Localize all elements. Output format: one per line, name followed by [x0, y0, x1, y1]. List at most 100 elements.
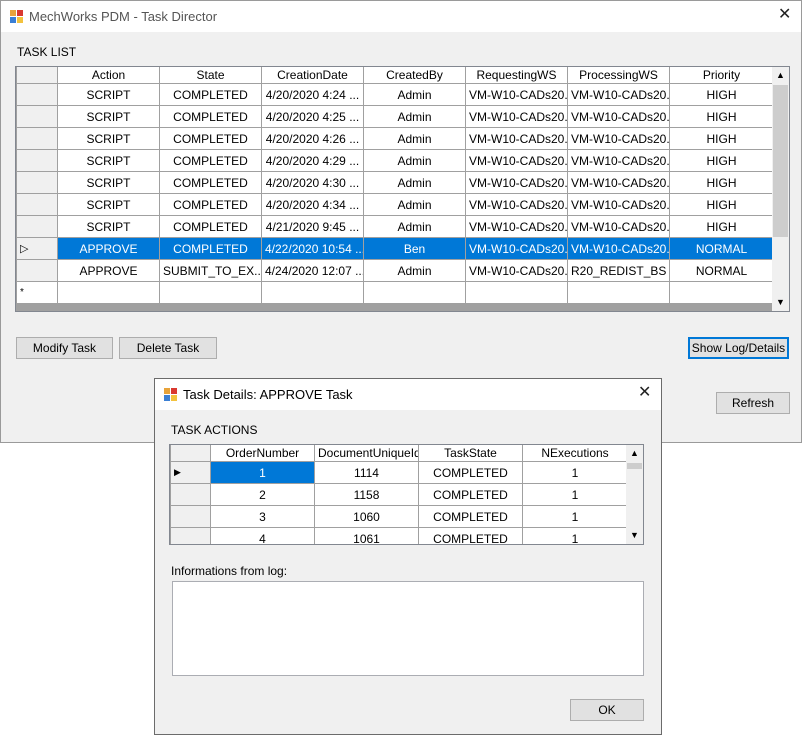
table-cell[interactable]: VM-W10-CADs20...: [567, 105, 670, 128]
table-cell[interactable]: COMPLETED: [159, 237, 262, 260]
task-actions-grid[interactable]: OrderNumber DocumentUniqueId TaskState NExe…: [169, 444, 644, 545]
row-header[interactable]: [170, 483, 211, 506]
modify-task-button[interactable]: Modify Task: [16, 337, 113, 359]
table-cell[interactable]: VM-W10-CADs20...: [465, 127, 568, 150]
table-cell[interactable]: COMPLETED: [418, 461, 523, 484]
table-cell[interactable]: COMPLETED: [159, 127, 262, 150]
table-cell[interactable]: VM-W10-CADs20...: [567, 171, 670, 194]
refresh-button[interactable]: Refresh: [716, 392, 790, 414]
table-cell[interactable]: [261, 281, 364, 304]
column-header[interactable]: OrderNumber: [210, 445, 315, 462]
table-cell[interactable]: 1060: [314, 505, 419, 528]
column-header[interactable]: ProcessingWS: [567, 67, 670, 84]
show-log-details-button[interactable]: Show Log/Details: [688, 337, 789, 359]
table-row[interactable]: SCRIPT COMPLETED 4/20/2020 4:30 ... Admin VM…: [16, 171, 774, 194]
column-header[interactable]: DocumentUniqueId: [314, 445, 419, 462]
table-cell[interactable]: 4/20/2020 4:25 ...: [261, 105, 364, 128]
table-cell[interactable]: COMPLETED: [418, 505, 523, 528]
table-cell[interactable]: COMPLETED: [159, 193, 262, 216]
table-cell[interactable]: 4/21/2020 9:45 ...: [261, 215, 364, 238]
table-cell[interactable]: 4/24/2020 12:07 ...: [261, 259, 364, 282]
table-cell[interactable]: Admin: [363, 105, 466, 128]
table-cell[interactable]: Admin: [363, 149, 466, 172]
table-cell[interactable]: Admin: [363, 259, 466, 282]
column-header[interactable]: CreationDate: [261, 67, 364, 84]
scroll-thumb[interactable]: [773, 85, 788, 237]
row-header[interactable]: ▶: [170, 461, 211, 484]
row-header[interactable]: [170, 505, 211, 528]
table-cell[interactable]: SCRIPT: [57, 127, 160, 150]
table-row[interactable]: SCRIPT COMPLETED 4/20/2020 4:24 ... Admin VM…: [16, 83, 774, 106]
column-header[interactable]: RequestingWS: [465, 67, 568, 84]
table-cell[interactable]: VM-W10-CADs20...: [465, 171, 568, 194]
table-cell[interactable]: VM-W10-CADs20...: [567, 237, 670, 260]
row-header[interactable]: [16, 215, 58, 238]
table-row[interactable]: SCRIPT COMPLETED 4/20/2020 4:29 ... Admin VM…: [16, 149, 774, 172]
table-cell[interactable]: VM-W10-CADs20...: [567, 215, 670, 238]
table-cell[interactable]: R20_REDIST_BS: [567, 259, 670, 282]
table-row[interactable]: SCRIPT COMPLETED 4/21/2020 9:45 ... Admin VM…: [16, 215, 774, 238]
table-cell[interactable]: Admin: [363, 193, 466, 216]
table-cell[interactable]: SCRIPT: [57, 149, 160, 172]
table-cell[interactable]: 1: [522, 505, 628, 528]
ok-button[interactable]: OK: [570, 699, 644, 721]
scroll-down-icon[interactable]: ▼: [626, 527, 643, 544]
table-cell[interactable]: SCRIPT: [57, 105, 160, 128]
table-row[interactable]: 3 1060 COMPLETED 1: [170, 505, 628, 528]
table-cell[interactable]: COMPLETED: [159, 171, 262, 194]
table-cell[interactable]: 1: [522, 461, 628, 484]
table-cell[interactable]: SCRIPT: [57, 83, 160, 106]
table-cell[interactable]: 1158: [314, 483, 419, 506]
table-cell[interactable]: VM-W10-CADs20...: [567, 83, 670, 106]
table-cell[interactable]: SCRIPT: [57, 215, 160, 238]
table-cell[interactable]: Admin: [363, 127, 466, 150]
table-cell[interactable]: [363, 281, 466, 304]
table-cell[interactable]: HIGH: [669, 83, 774, 106]
close-icon[interactable]: ✕: [778, 7, 791, 23]
table-cell[interactable]: 3: [210, 505, 315, 528]
table-cell[interactable]: HIGH: [669, 149, 774, 172]
table-cell[interactable]: [57, 281, 160, 304]
task-list-grid[interactable]: Action State CreationDate CreatedBy Requesti…: [15, 66, 790, 312]
table-cell[interactable]: COMPLETED: [418, 527, 523, 544]
column-header[interactable]: NExecutions: [522, 445, 628, 462]
table-cell[interactable]: APPROVE: [57, 237, 160, 260]
table-cell[interactable]: 4/20/2020 4:26 ...: [261, 127, 364, 150]
column-header[interactable]: CreatedBy: [363, 67, 466, 84]
table-cell[interactable]: VM-W10-CADs20...: [567, 193, 670, 216]
table-cell[interactable]: SCRIPT: [57, 193, 160, 216]
table-cell[interactable]: COMPLETED: [159, 83, 262, 106]
table-cell[interactable]: VM-W10-CADs20...: [465, 83, 568, 106]
table-cell[interactable]: VM-W10-CADs20...: [567, 149, 670, 172]
table-cell[interactable]: [465, 281, 568, 304]
table-cell[interactable]: [567, 281, 670, 304]
table-cell[interactable]: Admin: [363, 171, 466, 194]
table-cell[interactable]: 1061: [314, 527, 419, 544]
task-actions-scrollbar[interactable]: ▲ ▼: [626, 445, 643, 544]
table-row[interactable]: SCRIPT COMPLETED 4/20/2020 4:34 ... Admin VM…: [16, 193, 774, 216]
table-cell[interactable]: HIGH: [669, 215, 774, 238]
column-header[interactable]: State: [159, 67, 262, 84]
table-cell[interactable]: VM-W10-CADs20...: [465, 105, 568, 128]
table-cell[interactable]: COMPLETED: [159, 149, 262, 172]
row-header[interactable]: [16, 127, 58, 150]
task-list-scrollbar[interactable]: ▲ ▼: [772, 67, 789, 311]
row-header[interactable]: ▷: [16, 237, 58, 260]
table-cell[interactable]: VM-W10-CADs20...: [465, 215, 568, 238]
table-row[interactable]: APPROVE SUBMIT_TO_EX... 4/24/2020 12:07 ..…: [16, 259, 774, 282]
table-cell[interactable]: VM-W10-CADs20...: [567, 127, 670, 150]
table-cell[interactable]: NORMAL: [669, 237, 774, 260]
table-cell[interactable]: HIGH: [669, 127, 774, 150]
row-header[interactable]: [16, 83, 58, 106]
table-cell[interactable]: VM-W10-CADs20...: [465, 259, 568, 282]
table-cell[interactable]: SUBMIT_TO_EX...: [159, 259, 262, 282]
table-cell[interactable]: VM-W10-CADs20...: [465, 237, 568, 260]
table-cell[interactable]: 4: [210, 527, 315, 544]
scroll-thumb[interactable]: [627, 463, 642, 469]
table-cell[interactable]: 4/20/2020 4:34 ...: [261, 193, 364, 216]
table-cell[interactable]: Admin: [363, 215, 466, 238]
table-cell[interactable]: SCRIPT: [57, 171, 160, 194]
row-header[interactable]: [16, 149, 58, 172]
new-row[interactable]: *: [16, 281, 774, 304]
table-cell[interactable]: APPROVE: [57, 259, 160, 282]
